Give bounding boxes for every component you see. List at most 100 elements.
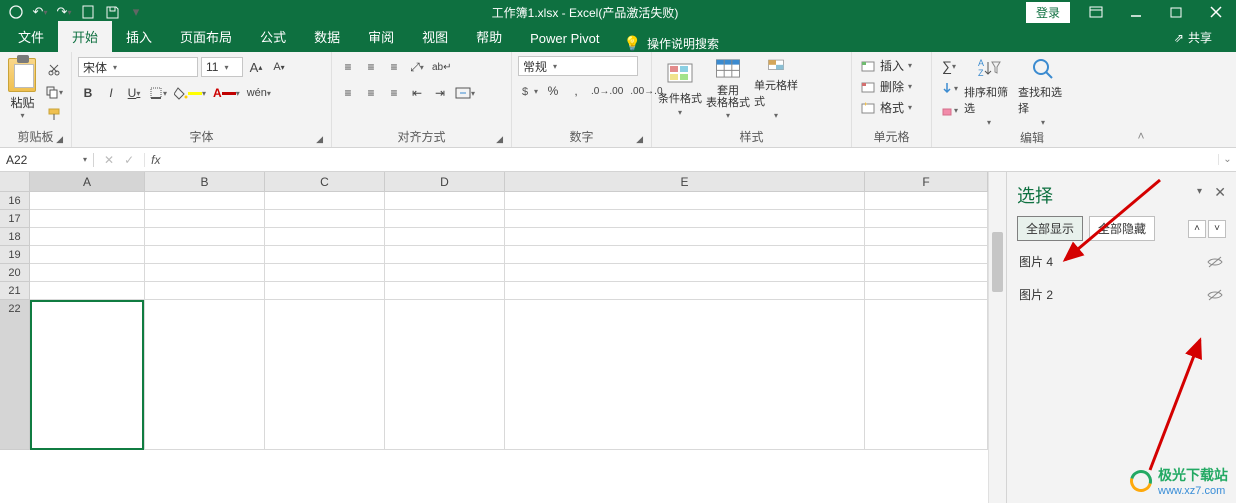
cell[interactable] [145, 282, 265, 300]
insert-cells-button[interactable]: 插入▾ [858, 56, 914, 75]
cell[interactable] [30, 228, 145, 246]
close-pane-icon[interactable]: ✕ [1214, 184, 1226, 201]
align-center-icon[interactable]: ≡ [361, 83, 381, 103]
tab-formulas[interactable]: 公式 [246, 21, 300, 52]
row-header[interactable]: 18 [0, 228, 30, 246]
fill-button[interactable]: ▾ [938, 78, 960, 98]
paste-button[interactable]: 粘贴 ▾ [6, 56, 39, 120]
increase-indent-icon[interactable]: ⇥ [430, 83, 450, 103]
close-button[interactable] [1196, 0, 1236, 24]
column-header[interactable]: D [385, 172, 505, 192]
cell[interactable] [385, 300, 505, 450]
tab-layout[interactable]: 页面布局 [166, 21, 246, 52]
align-left-icon[interactable]: ≡ [338, 83, 358, 103]
border-button[interactable]: ▾ [147, 83, 169, 103]
cell[interactable] [30, 192, 145, 210]
delete-cells-button[interactable]: 删除▾ [858, 77, 914, 96]
expand-formula-bar-icon[interactable]: ⌄ [1218, 154, 1236, 165]
ribbon-display-icon[interactable] [1076, 0, 1116, 24]
tab-help[interactable]: 帮助 [462, 21, 516, 52]
find-select-button[interactable]: 查找和选择▾ [1018, 56, 1068, 127]
number-format-combo[interactable]: 常规▾ [518, 56, 638, 76]
cell[interactable] [30, 246, 145, 264]
column-header[interactable]: E [505, 172, 865, 192]
underline-button[interactable]: U▾ [124, 83, 144, 103]
cell[interactable] [265, 264, 385, 282]
insert-function-icon[interactable]: fx [145, 153, 166, 167]
comma-button[interactable]: , [566, 81, 586, 101]
font-size-combo[interactable]: 11▾ [201, 57, 243, 77]
cell[interactable] [505, 228, 865, 246]
cell[interactable] [385, 246, 505, 264]
cell[interactable] [385, 210, 505, 228]
qat-customize-icon[interactable]: ▾ [128, 4, 144, 20]
dialog-launcher-icon[interactable]: ◢ [316, 134, 323, 145]
clear-button[interactable]: ▾ [938, 100, 960, 120]
cell[interactable] [385, 192, 505, 210]
increase-font-icon[interactable]: A▴ [246, 57, 266, 77]
autosum-button[interactable]: ∑▾ [938, 56, 960, 76]
tab-insert[interactable]: 插入 [112, 21, 166, 52]
visibility-hidden-icon[interactable] [1206, 288, 1224, 302]
cell[interactable] [865, 300, 988, 450]
cell[interactable] [30, 264, 145, 282]
accounting-format-button[interactable]: $▾ [518, 81, 540, 101]
cell[interactable] [865, 264, 988, 282]
send-backward-icon[interactable]: ˅ [1208, 220, 1226, 238]
new-file-icon[interactable] [80, 4, 96, 20]
cell[interactable] [265, 192, 385, 210]
select-all-corner[interactable] [0, 172, 30, 192]
cell[interactable] [145, 246, 265, 264]
copy-button[interactable]: ▾ [43, 82, 65, 102]
tab-home[interactable]: 开始 [58, 21, 112, 52]
bring-forward-icon[interactable]: ˄ [1188, 220, 1206, 238]
wrap-text-button[interactable]: ab↵ [430, 57, 454, 77]
cell-styles-button[interactable]: 单元格样式▾ [754, 56, 798, 120]
align-right-icon[interactable]: ≡ [384, 83, 404, 103]
cell[interactable] [265, 246, 385, 264]
font-color-button[interactable]: A▾ [211, 83, 242, 103]
tab-review[interactable]: 审阅 [354, 21, 408, 52]
row-header[interactable]: 21 [0, 282, 30, 300]
cell[interactable] [385, 264, 505, 282]
cell[interactable] [30, 282, 145, 300]
tab-data[interactable]: 数据 [300, 21, 354, 52]
cell[interactable] [145, 228, 265, 246]
cell[interactable] [865, 282, 988, 300]
enter-formula-icon[interactable]: ✓ [124, 153, 134, 167]
hide-all-button[interactable]: 全部隐藏 [1089, 216, 1155, 241]
row-header[interactable]: 19 [0, 246, 30, 264]
tab-view[interactable]: 视图 [408, 21, 462, 52]
row-header[interactable]: 22 [0, 300, 30, 450]
cell[interactable] [265, 210, 385, 228]
login-button[interactable]: 登录 [1026, 2, 1070, 23]
cell[interactable] [505, 210, 865, 228]
cell[interactable] [865, 210, 988, 228]
column-header[interactable]: A [30, 172, 145, 192]
cell[interactable] [265, 300, 385, 450]
italic-button[interactable]: I [101, 83, 121, 103]
share-button[interactable]: ⇗ 共享 [1166, 23, 1220, 52]
cell[interactable] [505, 282, 865, 300]
percent-button[interactable]: % [543, 81, 563, 101]
align-top-icon[interactable]: ≡ [338, 57, 358, 77]
align-bottom-icon[interactable]: ≡ [384, 57, 404, 77]
cell[interactable] [145, 300, 265, 450]
fill-color-button[interactable]: ▾ [172, 83, 208, 103]
column-header[interactable]: B [145, 172, 265, 192]
decrease-indent-icon[interactable]: ⇤ [407, 83, 427, 103]
merge-center-button[interactable]: ▾ [453, 83, 477, 103]
cell[interactable] [505, 246, 865, 264]
cell[interactable] [145, 264, 265, 282]
cell[interactable] [505, 192, 865, 210]
row-header[interactable]: 16 [0, 192, 30, 210]
row-header[interactable]: 17 [0, 210, 30, 228]
tab-powerpivot[interactable]: Power Pivot [516, 25, 613, 52]
cell[interactable] [865, 192, 988, 210]
font-name-combo[interactable]: 宋体▾ [78, 57, 198, 77]
format-painter-button[interactable] [43, 104, 65, 124]
autosave-icon[interactable] [8, 4, 24, 20]
sort-filter-button[interactable]: AZ 排序和筛选▾ [964, 56, 1014, 127]
column-header[interactable]: F [865, 172, 988, 192]
cell[interactable] [505, 300, 865, 450]
